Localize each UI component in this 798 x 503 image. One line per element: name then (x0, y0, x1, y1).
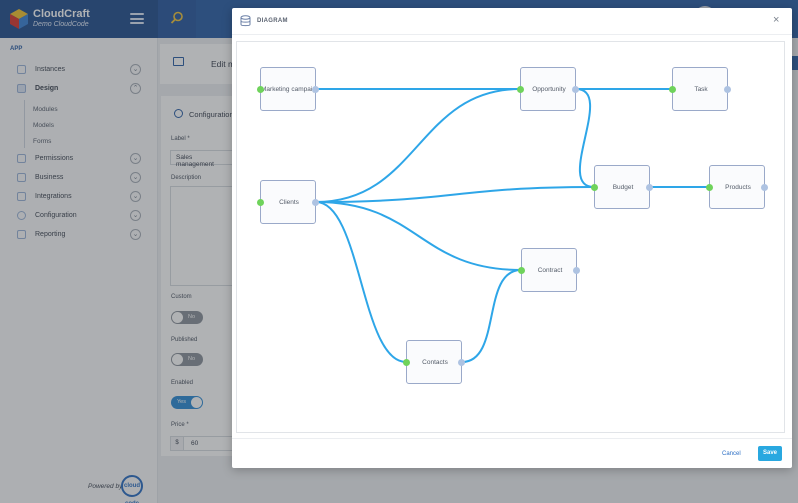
modal-footer: Cancel Save (232, 438, 792, 468)
node-label: Contract (537, 267, 563, 274)
save-button[interactable]: Save (758, 446, 782, 461)
node-task[interactable]: Task (669, 67, 731, 111)
node-label: Contacts (422, 359, 448, 366)
node-contract[interactable]: Contract (518, 248, 580, 292)
edge-opportunity-budget[interactable] (575, 88, 595, 188)
close-icon[interactable]: × (773, 15, 779, 26)
node-label: Products (725, 184, 751, 191)
output-port[interactable] (646, 184, 653, 191)
input-port[interactable] (257, 86, 264, 93)
cancel-button[interactable]: Cancel (722, 451, 741, 457)
modal-header: DIAGRAM × (232, 8, 792, 35)
output-port[interactable] (724, 86, 731, 93)
modal-title: DIAGRAM (257, 18, 288, 24)
edge-clients-opportunity[interactable] (315, 88, 521, 203)
output-port[interactable] (761, 184, 768, 191)
output-port[interactable] (312, 199, 319, 206)
edge-clients-contacts[interactable] (315, 201, 407, 363)
node-marketing[interactable]: Marketing campaign (257, 67, 319, 111)
node-label: Opportunity (532, 86, 566, 93)
node-label: Budget (612, 184, 634, 191)
input-port[interactable] (257, 199, 264, 206)
output-port[interactable] (312, 86, 319, 93)
node-opportunity[interactable]: Opportunity (517, 67, 579, 111)
input-port[interactable] (669, 86, 676, 93)
diagram-canvas[interactable]: Marketing campaign Opportunity Task Clie… (236, 41, 785, 433)
node-label: Marketing campaign (261, 86, 317, 93)
diagram-modal: DIAGRAM × Marketing campaign Opportunity… (232, 8, 792, 468)
output-port[interactable] (572, 86, 579, 93)
input-port[interactable] (517, 86, 524, 93)
input-port[interactable] (706, 184, 713, 191)
edge-contacts-contract[interactable] (461, 269, 522, 363)
node-contacts[interactable]: Contacts (403, 340, 465, 384)
node-products[interactable]: Products (706, 165, 768, 209)
node-label: Task (694, 86, 708, 93)
database-icon (240, 15, 251, 27)
output-port[interactable] (458, 359, 465, 366)
output-port[interactable] (573, 267, 580, 274)
input-port[interactable] (518, 267, 525, 274)
input-port[interactable] (403, 359, 410, 366)
node-budget[interactable]: Budget (591, 165, 653, 209)
input-port[interactable] (591, 184, 598, 191)
node-label: Clients (279, 199, 299, 206)
node-clients[interactable]: Clients (257, 180, 319, 224)
